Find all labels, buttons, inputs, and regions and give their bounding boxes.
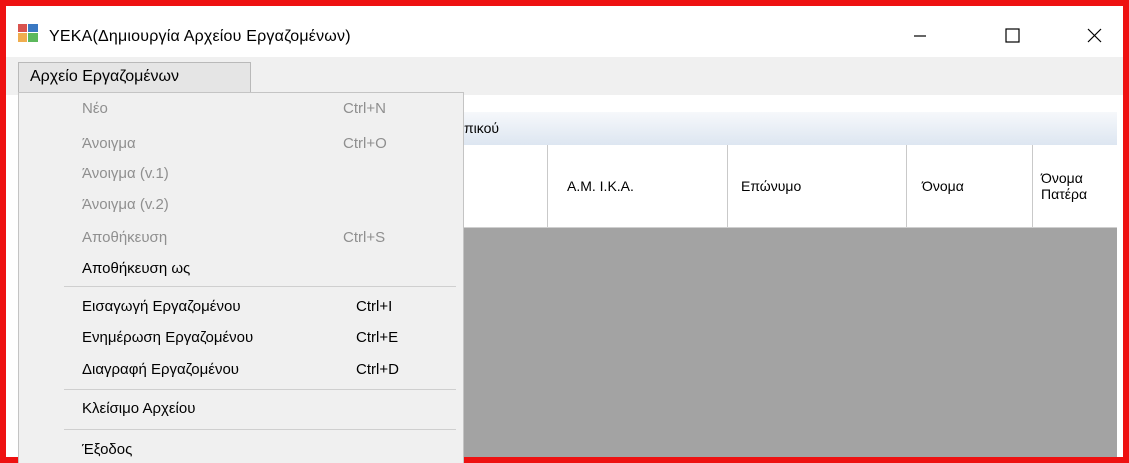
menu-item-new[interactable]: Νέο <box>82 100 108 118</box>
column-header-surname[interactable]: Επώνυμο <box>741 178 801 194</box>
column-header-name[interactable]: Όνομα <box>922 178 964 194</box>
menu-icon-gutter <box>19 93 57 463</box>
column-separator <box>727 145 728 227</box>
menu-shortcut-new: Ctrl+N <box>343 100 386 117</box>
window-title: ΥΕΚΑ(Δημιουργία Αρχείου Εργαζομένων) <box>49 28 351 45</box>
app-window-icon <box>18 24 38 42</box>
menu-item-insert-employee[interactable]: Εισαγωγή Εργαζομένου <box>82 298 241 316</box>
column-header-father-name[interactable]: Όνομα Πατέρα <box>1041 170 1115 202</box>
menu-shortcut-update-employee: Ctrl+E <box>356 329 399 346</box>
menu-shortcut-open: Ctrl+O <box>343 135 387 152</box>
menu-item-open-v1[interactable]: Άνοιγμα (v.1) <box>82 165 169 183</box>
column-separator <box>1032 145 1033 227</box>
menu-file-employees[interactable]: Αρχείο Εργαζομένων <box>18 62 251 92</box>
menu-item-delete-employee[interactable]: Διαγραφή Εργαζομένου <box>82 361 239 379</box>
menu-separator <box>64 389 456 390</box>
close-icon[interactable] <box>1072 19 1116 51</box>
menu-shortcut-insert-employee: Ctrl+I <box>356 298 393 315</box>
menu-item-exit[interactable]: Έξοδος <box>82 441 132 459</box>
menu-item-open[interactable]: Άνοιγμα <box>82 135 136 153</box>
column-separator <box>547 145 548 227</box>
tab-strip <box>464 112 1117 146</box>
menu-item-save[interactable]: Αποθήκευση <box>82 229 167 247</box>
menu-item-open-v2[interactable]: Άνοιγμα (v.2) <box>82 196 169 214</box>
minimize-icon[interactable] <box>898 19 942 51</box>
menu-item-save-as[interactable]: Αποθήκευση ως <box>82 260 190 278</box>
menu-item-update-employee[interactable]: Ενημέρωση Εργαζομένου <box>82 329 253 347</box>
menu-separator <box>64 429 456 430</box>
data-grid-body[interactable] <box>464 228 1117 457</box>
column-header-ama-ika[interactable]: A.M. I.K.A. <box>567 178 634 194</box>
column-separator <box>906 145 907 227</box>
menu-item-close-file[interactable]: Κλείσιμο Αρχείου <box>82 400 195 418</box>
tab-label[interactable]: πικού <box>464 120 499 136</box>
maximize-icon[interactable] <box>990 19 1034 51</box>
menu-shortcut-delete-employee: Ctrl+D <box>356 361 399 378</box>
menu-shortcut-save: Ctrl+S <box>343 229 386 246</box>
menu-separator <box>64 286 456 287</box>
